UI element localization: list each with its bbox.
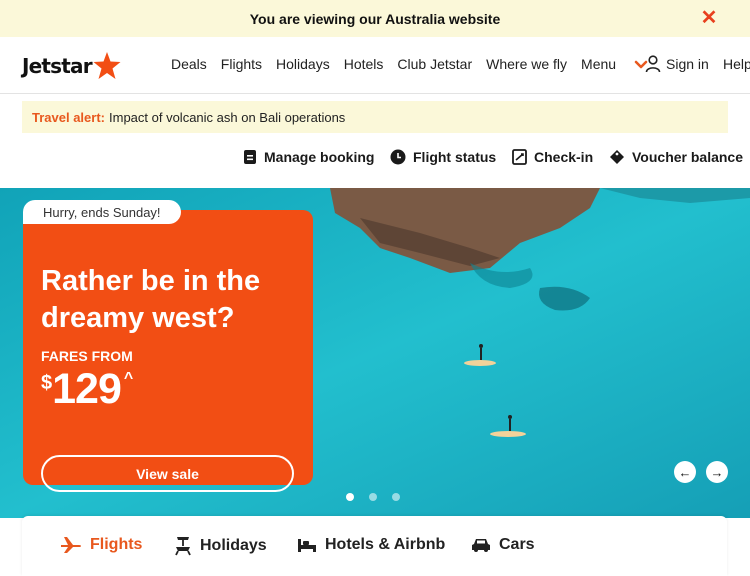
help-link[interactable]: Help (723, 56, 750, 72)
price-note: ^ (123, 370, 134, 387)
jetstar-logo[interactable]: Jetstar (22, 51, 122, 81)
travel-alert[interactable]: Travel alert: Impact of volcanic ash on … (22, 101, 728, 133)
quick-links: Manage booking Flight status Check-in Vo… (0, 149, 750, 169)
tab-cars-label: Cars (499, 536, 535, 553)
alert-label: Travel alert: (32, 109, 105, 125)
voucher-balance-label: Voucher balance (632, 149, 744, 165)
view-sale-button[interactable]: View sale (41, 455, 294, 492)
voucher-balance-link[interactable]: Voucher balance (609, 149, 743, 165)
price-amount: 129 (52, 365, 122, 413)
check-in-link[interactable]: Check-in (512, 149, 593, 165)
boarding-pass-icon (512, 149, 527, 165)
user-icon (645, 55, 661, 73)
carousel-prev-button[interactable]: ← (674, 461, 696, 483)
nav-holidays[interactable]: Holidays (276, 56, 330, 72)
tag-icon (610, 150, 624, 164)
sign-in-link[interactable]: Sign in (645, 55, 709, 73)
site-header: Jetstar Deals Flights Holidays Hotels Cl… (0, 37, 750, 94)
tab-flights[interactable]: Flights (60, 536, 142, 554)
nav-deals[interactable]: Deals (171, 56, 207, 72)
close-icon[interactable]: ✕ (700, 8, 718, 28)
car-icon (472, 539, 490, 552)
tab-holidays[interactable]: Holidays (174, 536, 267, 556)
beach-chair-icon (175, 537, 191, 556)
document-icon (244, 150, 256, 164)
tab-flights-label: Flights (90, 536, 143, 553)
nav-club-jetstar[interactable]: Club Jetstar (397, 56, 472, 72)
promo-badge: Hurry, ends Sunday! (23, 200, 181, 224)
fares-from-label: FARES FROM (41, 348, 133, 364)
region-banner: You are viewing our Australia website ✕ (0, 0, 750, 37)
manage-booking-label: Manage booking (264, 149, 375, 165)
tab-cars[interactable]: Cars (471, 536, 535, 554)
tab-hotels-airbnb[interactable]: Hotels & Airbnb (297, 536, 445, 554)
booking-tabs: Flights Holidays Hotels & Airbnb Cars (22, 516, 727, 576)
nav-flights[interactable]: Flights (221, 56, 262, 72)
clock-icon (390, 149, 406, 165)
carousel-next-button[interactable]: → (706, 461, 728, 483)
check-in-label: Check-in (534, 149, 594, 165)
main-nav: Deals Flights Holidays Hotels Club Jetst… (171, 56, 662, 72)
plane-icon (61, 537, 81, 553)
carousel-dot[interactable] (346, 493, 354, 501)
region-message: You are viewing our Australia website (249, 10, 501, 27)
flight-status-label: Flight status (413, 149, 497, 165)
bed-icon (298, 539, 316, 552)
carousel-dot[interactable] (392, 493, 400, 501)
star-icon (93, 52, 121, 79)
carousel-dots (346, 493, 415, 501)
flight-status-link[interactable]: Flight status (390, 149, 496, 165)
nav-menu[interactable]: Menu (581, 56, 648, 72)
tab-hotels-label: Hotels & Airbnb (325, 536, 446, 553)
logo-wordmark: Jetstar (22, 54, 93, 78)
manage-booking-link[interactable]: Manage booking (243, 149, 374, 165)
nav-hotels[interactable]: Hotels (344, 56, 384, 72)
carousel-dot[interactable] (369, 493, 377, 501)
promo-card: Rather be in the dreamy west? FARES FROM… (23, 210, 313, 492)
sign-in-label: Sign in (666, 56, 709, 72)
alert-text: Impact of volcanic ash on Bali operation… (109, 109, 346, 125)
promo-price: $ 129 ^ (41, 364, 133, 414)
nav-menu-label: Menu (581, 56, 617, 72)
tab-holidays-label: Holidays (200, 537, 267, 554)
promo-headline: Rather be in the dreamy west? (41, 265, 261, 334)
hero-carousel: Rather be in the dreamy west? FARES FROM… (0, 188, 750, 518)
nav-where-we-fly[interactable]: Where we fly (486, 56, 567, 72)
price-currency: $ (41, 372, 53, 394)
